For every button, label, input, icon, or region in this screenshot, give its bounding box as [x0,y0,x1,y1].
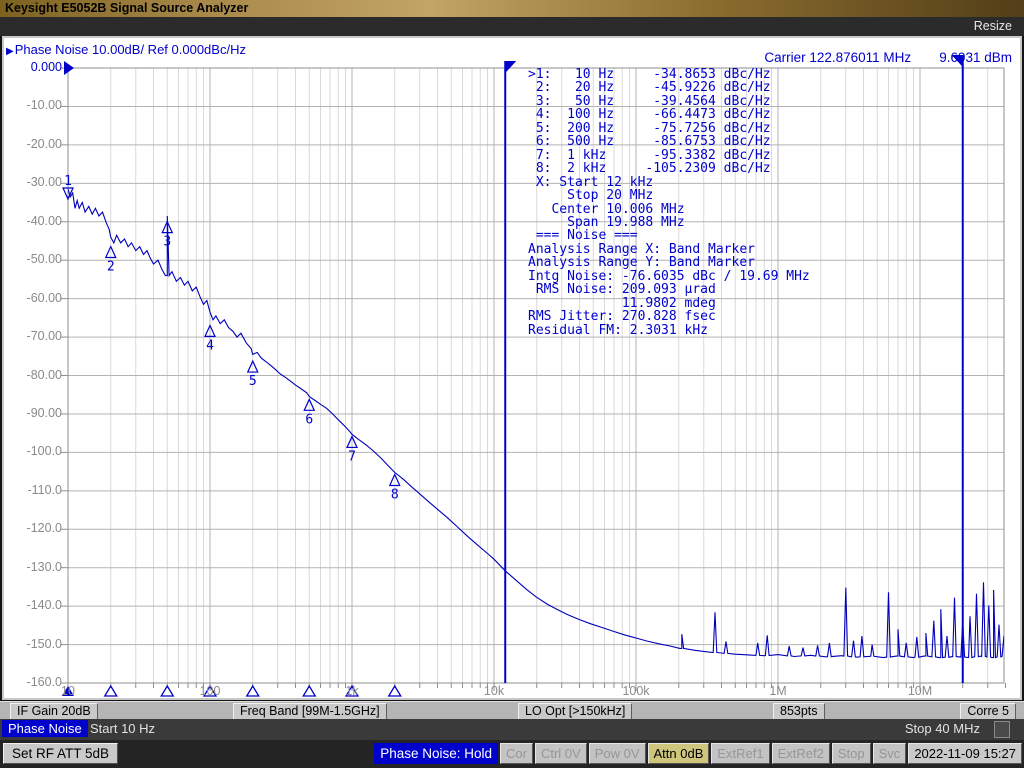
x-axis-tick-label: 100 [175,684,245,698]
tab-phase-noise[interactable]: Phase Noise [2,720,88,737]
x-axis-tick-label: 10M [885,684,955,698]
set-rf-att-button[interactable]: Set RF ATT 5dB [3,743,118,764]
y-axis-tick-label: -120.0 [0,521,62,535]
y-axis-tick-label: -30.00 [0,175,62,189]
corre-button[interactable]: Corre 5 [960,703,1016,720]
svg-text:8: 8 [391,487,399,502]
svg-text:7: 7 [348,449,356,464]
lo-opt-button[interactable]: LO Opt [>150kHz] [518,703,632,720]
y-axis-tick-label: 0.000 [0,60,62,74]
x-axis-tick-label: 100k [601,684,671,698]
status-indicator-group: Phase Noise: Hold CorCtrl 0VPow 0VAttn 0… [372,743,1022,764]
y-axis-tick-label: -80.00 [0,368,62,382]
trace-scale-text: Phase Noise 10.00dB/ Ref 0.000dBc/Hz [15,42,246,57]
reference-level-icon [64,61,74,75]
y-axis-tick-label: -100.0 [0,444,62,458]
sweep-stop-label: Stop 40 MHz [905,721,980,736]
noise-analysis-readout: === Noise === Analysis Range X: Band Mar… [528,229,810,337]
carrier-frequency: Carrier 122.876011 MHz [764,50,911,65]
y-axis-tick-label: -50.00 [0,252,62,266]
indicator-attn-0db: Attn 0dB [648,743,710,764]
indicator-stop: Stop [832,743,871,764]
x-axis-tick-label: 1k [317,684,387,698]
measurement-status-badge: Phase Noise: Hold [374,743,498,764]
y-axis-tick-label: -130.0 [0,560,62,574]
indicator-extref1: ExtRef1 [711,743,769,764]
trace-bar-box-icon[interactable] [994,721,1010,738]
readout-block: >1: 10 Hz -34.8653 dBc/Hz 2: 20 Hz -45.9… [528,68,810,337]
sweep-start-label: Start 10 Hz [90,721,155,736]
carrier-readout: Carrier 122.876011 MHz 9.6931 dBm [764,50,1012,65]
indicator-svc: Svc [873,743,907,764]
y-axis-tick-label: -140.0 [0,598,62,612]
y-axis-tick-label: -110.0 [0,483,62,497]
phase-noise-plot[interactable]: 1 2 3 4 5 6 7 8 [0,0,1024,700]
indicator-ctrl-0v: Ctrl 0V [535,743,587,764]
y-axis-tick-label: -20.00 [0,137,62,151]
y-axis-tick-label: -150.0 [0,637,62,651]
indicator-extref2: ExtRef2 [772,743,830,764]
marker-readout-table: >1: 10 Hz -34.8653 dBc/Hz 2: 20 Hz -45.9… [528,68,810,176]
svg-text:3: 3 [163,235,171,250]
trace-scale-label[interactable]: ▶Phase Noise 10.00dB/ Ref 0.000dBc/Hz [6,42,246,57]
x-range-readout: X: Start 12 kHz Stop 20 MHz Center 10.00… [528,176,810,230]
y-axis-tick-label: -90.00 [0,406,62,420]
indicator-list: CorCtrl 0VPow 0VAttn 0dBExtRef1ExtRef2St… [498,743,906,764]
datetime-display: 2022-11-09 15:27 [908,743,1022,764]
x-axis-tick-label: 10k [459,684,529,698]
measurement-status-bar: IF Gain 20dB Freq Band [99M-1.5GHz] LO O… [0,701,1024,719]
y-axis-tick-label: -70.00 [0,329,62,343]
trace-select-icon: ▶ [6,46,14,57]
indicator-pow-0v: Pow 0V [589,743,646,764]
points-button[interactable]: 853pts [773,703,825,720]
freq-band-button[interactable]: Freq Band [99M-1.5GHz] [233,703,387,720]
y-axis-tick-label: -60.00 [0,291,62,305]
svg-text:6: 6 [305,412,313,427]
if-gain-button[interactable]: IF Gain 20dB [10,703,98,720]
y-axis-tick-label: -40.00 [0,214,62,228]
trace-info-bar: Phase Noise Start 10 Hz Stop 40 MHz [0,719,1024,740]
x-axis-tick-label: 10 [33,684,103,698]
svg-text:1: 1 [64,174,72,189]
svg-text:5: 5 [249,374,257,389]
carrier-power: 9.6931 dBm [939,50,1012,65]
instrument-status-bar: Set RF ATT 5dB Phase Noise: Hold CorCtrl… [0,740,1024,768]
svg-text:4: 4 [206,338,214,353]
indicator-cor: Cor [500,743,533,764]
y-axis-tick-label: -10.00 [0,98,62,112]
svg-text:2: 2 [107,260,115,275]
x-axis-tick-label: 1M [743,684,813,698]
